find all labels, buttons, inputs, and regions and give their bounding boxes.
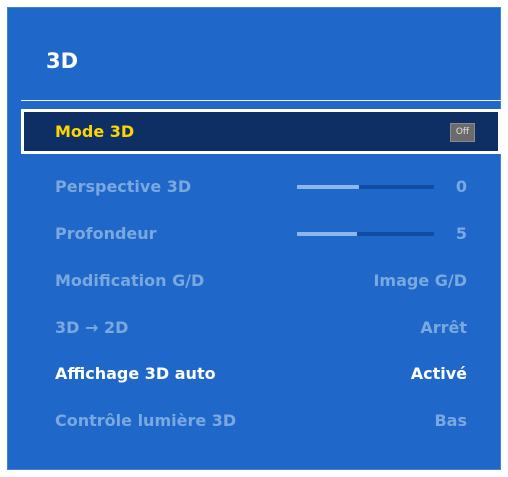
menu-item-profondeur[interactable]: Profondeur 5 xyxy=(21,211,501,256)
slider-fill xyxy=(297,185,359,189)
settings-panel: 3D Mode 3D Off Perspective 3D 0 Profonde… xyxy=(7,7,501,470)
menu-item-mode-3d[interactable]: Mode 3D Off xyxy=(21,109,501,154)
menu-item-label: Profondeur xyxy=(55,224,157,243)
menu-item-value: Arrêt xyxy=(420,318,467,337)
menu-item-value: Image G/D xyxy=(373,271,467,290)
menu-item-controle-lumiere-3d[interactable]: Contrôle lumière 3D Bas xyxy=(21,398,501,443)
menu-item-label: Affichage 3D auto xyxy=(55,364,216,383)
menu-item-value: Bas xyxy=(434,411,467,430)
menu-item-label: 3D → 2D xyxy=(55,318,129,337)
menu-item-label: Contrôle lumière 3D xyxy=(55,411,237,430)
menu-item-value: 5 xyxy=(455,224,467,243)
menu-item-label: Perspective 3D xyxy=(55,177,192,196)
menu-item-modification-gd[interactable]: Modification G/D Image G/D xyxy=(21,258,501,303)
depth-slider[interactable] xyxy=(297,232,434,236)
menu-item-3d-to-2d[interactable]: 3D → 2D Arrêt xyxy=(21,305,501,350)
title-divider xyxy=(21,100,501,101)
menu-title: 3D xyxy=(46,49,79,73)
off-badge: Off xyxy=(450,123,475,142)
menu-item-label: Mode 3D xyxy=(55,122,135,141)
menu-item-affichage-3d-auto[interactable]: Affichage 3D auto Activé xyxy=(21,351,501,396)
menu-item-label: Modification G/D xyxy=(55,271,205,290)
perspective-slider[interactable] xyxy=(297,185,434,189)
slider-fill xyxy=(297,232,358,236)
menu-item-value: 0 xyxy=(455,177,467,196)
menu-item-perspective-3d[interactable]: Perspective 3D 0 xyxy=(21,164,501,209)
menu-item-value: Activé xyxy=(410,364,467,383)
